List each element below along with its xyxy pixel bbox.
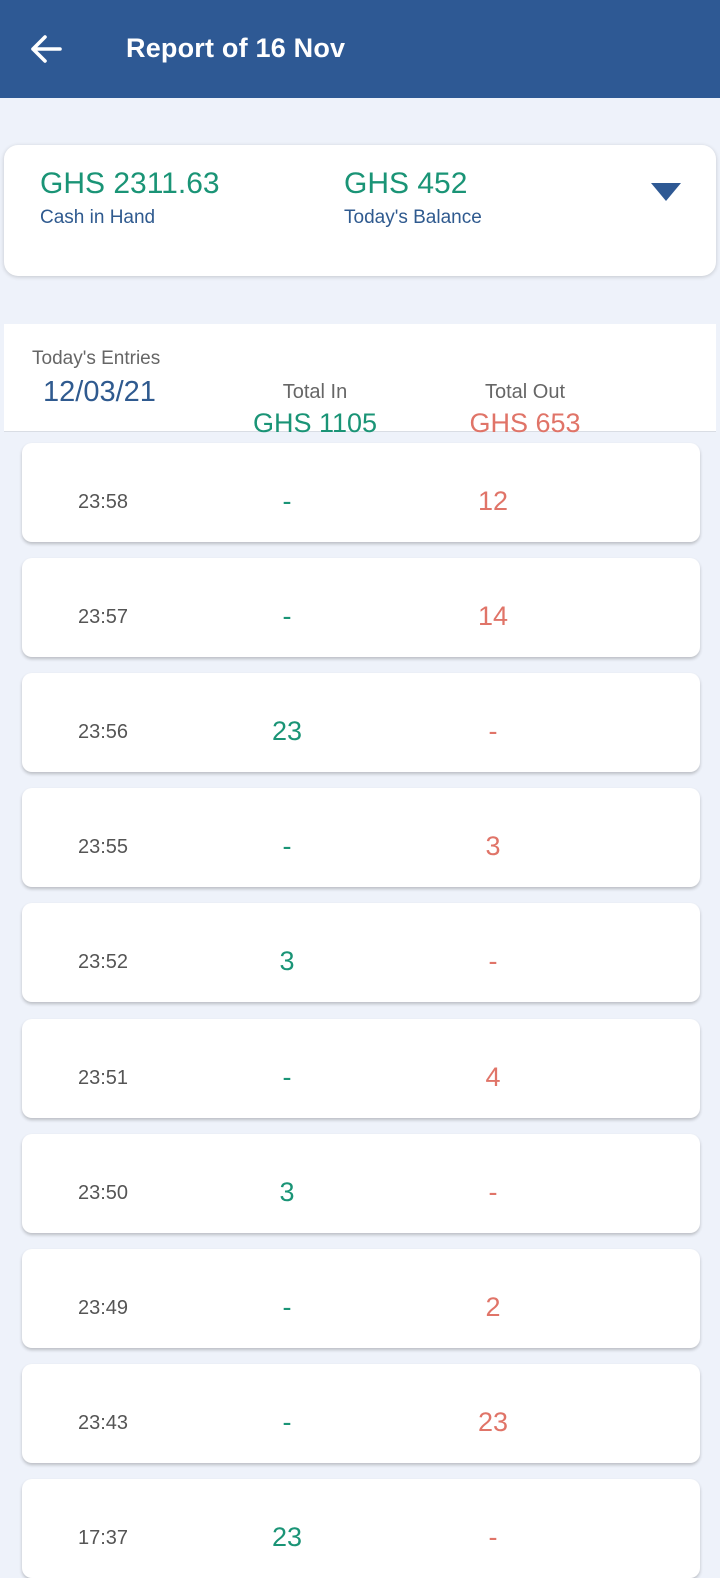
entry-in-amount: -: [282, 1062, 292, 1092]
entry-time: 23:51: [78, 1067, 129, 1089]
entry-out-amount: -: [488, 716, 498, 746]
cash-in-hand: GHS 2311.63 Cash in Hand: [40, 167, 220, 229]
entry-time: 23:56: [78, 721, 129, 743]
list-item[interactable]: 23:43 - 23: [22, 1364, 700, 1463]
list-item[interactable]: 23:56 23 -: [22, 673, 700, 772]
entry-time: 23:49: [78, 1297, 129, 1319]
cash-in-hand-label: Cash in Hand: [40, 207, 156, 228]
total-out-value: GHS 653: [469, 408, 581, 438]
caret-down-icon: [651, 183, 681, 201]
entry-in-amount: -: [282, 1292, 292, 1322]
entry-time: 23:57: [78, 606, 129, 628]
entry-in-amount: -: [282, 601, 292, 631]
entry-time: 23:52: [78, 951, 129, 973]
entry-out-amount: 3: [485, 831, 501, 861]
entry-time: 23:50: [78, 1182, 129, 1204]
entry-out-amount: -: [488, 946, 498, 976]
back-button[interactable]: [28, 31, 62, 67]
entry-out-amount: 23: [477, 1407, 509, 1437]
total-in-label: Total In: [282, 381, 348, 403]
todays-balance-label: Today's Balance: [344, 207, 482, 228]
summary-card: GHS 2311.63 Cash in Hand GHS 452 Today's…: [4, 145, 716, 276]
entry-in-amount: -: [282, 1407, 292, 1437]
total-out-label: Total Out: [484, 381, 566, 403]
list-item[interactable]: 23:58 - 12: [22, 443, 700, 542]
arrow-left-icon: [31, 35, 62, 63]
entries-date: 12/03/21: [43, 376, 156, 408]
list-item[interactable]: 23:49 - 2: [22, 1249, 700, 1348]
list-item[interactable]: 23:51 - 4: [22, 1019, 700, 1118]
entry-time: 23:58: [78, 491, 129, 513]
entry-time: 23:55: [78, 836, 129, 858]
entry-out-amount: 14: [477, 601, 509, 631]
page-title: Report of 16 Nov: [126, 33, 346, 63]
entry-in-amount: 3: [279, 1177, 295, 1207]
entry-time: 23:43: [78, 1412, 129, 1434]
todays-balance: GHS 452 Today's Balance: [344, 167, 482, 229]
entry-in-amount: -: [282, 486, 292, 516]
expand-summary-button[interactable]: [649, 181, 683, 203]
list-item[interactable]: 17:37 23 -: [22, 1479, 700, 1578]
cash-in-hand-amount: GHS 2311.63: [40, 167, 220, 200]
entries-header: Today's Entries 12/03/21 Total In GHS 11…: [4, 324, 716, 438]
entry-out-amount: -: [488, 1522, 498, 1552]
entry-out-amount: -: [488, 1177, 498, 1207]
total-in-value: GHS 1105: [252, 408, 378, 438]
entries-caption: Today's Entries: [32, 348, 161, 369]
list-item[interactable]: 23:52 3 -: [22, 903, 700, 1002]
entry-in-amount: -: [282, 831, 292, 861]
entry-in-amount: 23: [271, 716, 303, 746]
entry-time: 17:37: [78, 1527, 129, 1549]
entry-out-amount: 2: [485, 1292, 501, 1322]
entry-in-amount: 3: [279, 946, 295, 976]
entry-out-amount: 12: [477, 486, 509, 516]
entry-out-amount: 4: [485, 1062, 501, 1092]
app-bar: Report of 16 Nov: [0, 0, 720, 98]
todays-balance-amount: GHS 452: [344, 167, 468, 200]
list-item[interactable]: 23:55 - 3: [22, 788, 700, 887]
entry-in-amount: 23: [271, 1522, 303, 1552]
list-item[interactable]: 23:57 - 14: [22, 558, 700, 657]
list-item[interactable]: 23:50 3 -: [22, 1134, 700, 1233]
